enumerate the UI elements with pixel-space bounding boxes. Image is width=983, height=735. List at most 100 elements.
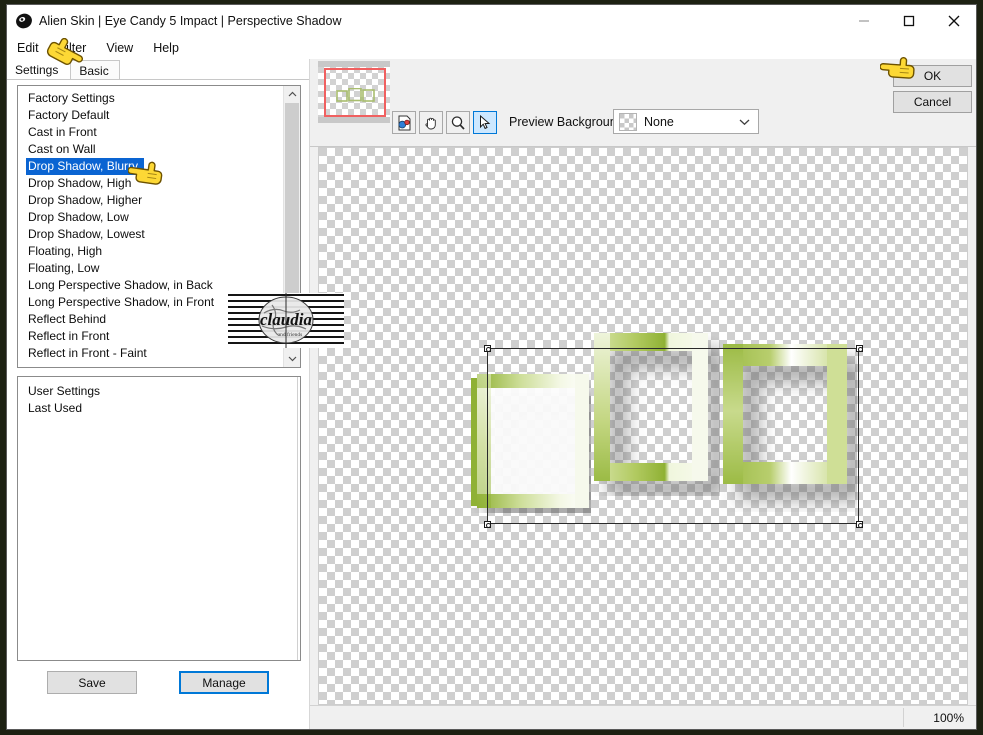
selection-handle-top-left[interactable] bbox=[484, 345, 491, 352]
list-item-label: Floating, High bbox=[28, 244, 103, 258]
navigator-thumbnail[interactable] bbox=[318, 61, 390, 123]
list-item-label: Factory Default bbox=[28, 108, 110, 122]
list-item-label: Last Used bbox=[28, 401, 83, 415]
list-item-label: Floating, Low bbox=[28, 261, 100, 275]
list-item[interactable]: Drop Shadow, High bbox=[18, 175, 283, 192]
save-button[interactable]: Save bbox=[47, 671, 137, 694]
list-item-label: Drop Shadow, Blurry bbox=[26, 158, 145, 175]
settings-button-row: Save Manage bbox=[7, 671, 309, 694]
menu-item-filter-label: Filter bbox=[58, 41, 87, 55]
preview-canvas-wrapper bbox=[310, 147, 976, 705]
dialog-buttons: OK Cancel bbox=[893, 65, 972, 117]
ok-button[interactable]: OK bbox=[893, 65, 972, 87]
application-window: Alien Skin | Eye Candy 5 Impact | Perspe… bbox=[6, 4, 977, 730]
minimize-button[interactable] bbox=[841, 5, 886, 36]
preview-background-value: None bbox=[644, 114, 674, 129]
manage-button-label: Manage bbox=[202, 675, 246, 690]
list-item-label: Factory Settings bbox=[28, 91, 115, 105]
list-item-label: Drop Shadow, Low bbox=[28, 210, 129, 224]
list-item-label: Long Perspective Shadow, in Back bbox=[28, 278, 213, 292]
list-item[interactable]: Floating, Low bbox=[18, 260, 283, 277]
preview-toolbar: Preview Background: None OK Cancel bbox=[310, 59, 976, 147]
manage-button[interactable]: Manage bbox=[179, 671, 269, 694]
ok-button-label: OK bbox=[923, 69, 942, 83]
hand-tool[interactable] bbox=[419, 111, 443, 134]
menu-item-view-label: View bbox=[106, 41, 134, 55]
arrow-select-tool[interactable] bbox=[473, 111, 497, 134]
chevron-down-icon[interactable] bbox=[739, 118, 750, 126]
list-item[interactable]: Floating, High bbox=[18, 243, 283, 260]
menu-item-help-label: Help bbox=[153, 41, 179, 55]
list-item[interactable]: Last Used bbox=[18, 400, 297, 417]
menu-item-help[interactable]: Help bbox=[143, 41, 189, 55]
zoom-level: 100% bbox=[933, 710, 964, 725]
cancel-button-label: Cancel bbox=[913, 95, 952, 109]
alien-skin-icon bbox=[15, 12, 33, 30]
status-bar: 100% bbox=[310, 705, 976, 729]
selection-handle-bottom-left[interactable] bbox=[484, 521, 491, 528]
tab-underline bbox=[7, 79, 309, 80]
list-item-label: Drop Shadow, High bbox=[28, 176, 132, 190]
list-item[interactable]: Factory Default bbox=[18, 107, 283, 124]
tab-settings-label: Settings bbox=[15, 63, 59, 77]
menu-item-edit-label: Edit bbox=[17, 41, 39, 55]
close-button[interactable] bbox=[931, 5, 976, 36]
scroll-down-icon[interactable] bbox=[284, 350, 300, 367]
list-item[interactable]: Drop Shadow, Higher bbox=[18, 192, 283, 209]
list-item[interactable]: Factory Settings bbox=[18, 90, 283, 107]
compare-preview-tool[interactable] bbox=[392, 111, 416, 134]
preview-background-swatch bbox=[619, 112, 637, 131]
status-separator bbox=[903, 708, 904, 727]
list-item[interactable]: Long Perspective Shadow, in Back bbox=[18, 277, 283, 294]
screenshot-root: Alien Skin | Eye Candy 5 Impact | Perspe… bbox=[0, 0, 983, 735]
list-item-label: Reflect in Front - Faint bbox=[28, 346, 147, 360]
list-item-label: Reflect in Front bbox=[28, 329, 110, 343]
user-settings-scrollbar[interactable] bbox=[297, 377, 300, 660]
selection-handle-top-right[interactable] bbox=[856, 345, 863, 352]
list-item-label: Drop Shadow, Lowest bbox=[28, 227, 145, 241]
selection-rectangle[interactable] bbox=[487, 348, 859, 524]
menu-bar: Edit Filter View Help bbox=[7, 37, 976, 59]
list-item-label: Cast on Wall bbox=[28, 142, 96, 156]
preview-background-select[interactable]: None bbox=[613, 109, 759, 134]
window-controls bbox=[841, 5, 976, 37]
scroll-up-icon[interactable] bbox=[284, 86, 300, 103]
scrollbar-thumb[interactable] bbox=[285, 103, 299, 308]
settings-panel: Settings Basic Factory Settings Factory … bbox=[7, 59, 310, 729]
list-item-label: User Settings bbox=[28, 384, 101, 398]
tab-strip: Settings Basic bbox=[7, 59, 309, 80]
cancel-button[interactable]: Cancel bbox=[893, 91, 972, 113]
user-settings-listbox[interactable]: User Settings Last Used bbox=[17, 376, 301, 661]
list-item[interactable]: User Settings bbox=[18, 383, 297, 400]
save-button-label: Save bbox=[78, 675, 106, 690]
list-item-label: Drop Shadow, Higher bbox=[28, 193, 143, 207]
watermark-logo: claudia and friends bbox=[228, 293, 344, 348]
zoom-tool[interactable] bbox=[446, 111, 470, 134]
selection-handle-bottom-right[interactable] bbox=[856, 521, 863, 528]
svg-text:and friends: and friends bbox=[278, 331, 303, 338]
preview-canvas[interactable] bbox=[318, 147, 968, 705]
navigator-viewport-rectangle[interactable] bbox=[324, 68, 386, 117]
preview-background-label: Preview Background: bbox=[509, 115, 628, 129]
title-bar: Alien Skin | Eye Candy 5 Impact | Perspe… bbox=[7, 5, 976, 37]
list-item[interactable]: Drop Shadow, Low bbox=[18, 209, 283, 226]
menu-item-filter[interactable]: Filter bbox=[49, 41, 97, 55]
list-item-label: Reflect Behind bbox=[28, 312, 107, 326]
user-settings-list: User Settings Last Used bbox=[18, 377, 297, 660]
window-body: Settings Basic Factory Settings Factory … bbox=[7, 59, 976, 729]
list-item-selected[interactable]: Drop Shadow, Blurry bbox=[18, 158, 283, 175]
tool-buttons bbox=[392, 111, 497, 134]
list-item-label: Long Perspective Shadow, in Front bbox=[28, 295, 215, 309]
window-title: Alien Skin | Eye Candy 5 Impact | Perspe… bbox=[39, 14, 342, 28]
tab-basic[interactable]: Basic bbox=[70, 60, 120, 80]
maximize-button[interactable] bbox=[886, 5, 931, 36]
list-item[interactable]: Cast on Wall bbox=[18, 141, 283, 158]
menu-item-edit[interactable]: Edit bbox=[15, 41, 49, 55]
list-item[interactable]: Cast in Front bbox=[18, 124, 283, 141]
tab-settings[interactable]: Settings bbox=[7, 60, 69, 80]
tab-basic-label: Basic bbox=[79, 64, 109, 78]
menu-item-view[interactable]: View bbox=[96, 41, 143, 55]
preview-panel: Preview Background: None OK Cancel 100% bbox=[310, 59, 976, 729]
list-item-label: Cast in Front bbox=[28, 125, 97, 139]
list-item[interactable]: Drop Shadow, Lowest bbox=[18, 226, 283, 243]
